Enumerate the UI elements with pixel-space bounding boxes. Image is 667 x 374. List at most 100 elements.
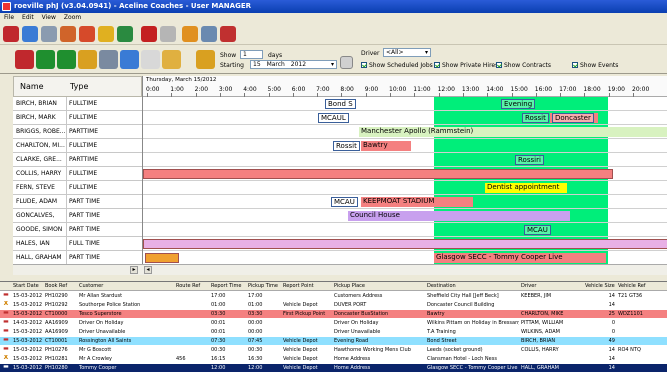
column-header[interactable]: Vehicle Ref — [618, 282, 666, 291]
booking-bar-rossiri[interactable]: Rossiri — [513, 155, 549, 165]
column-header[interactable]: Book Ref — [45, 282, 77, 291]
booking-label: Council House — [350, 211, 400, 219]
job-cell-start: 15-03-2012 — [13, 329, 43, 335]
appointment-bar-dentist[interactable]: Dentist appointment — [485, 183, 567, 193]
clipboard-icon[interactable] — [162, 50, 181, 69]
holiday-bar-hales[interactable] — [143, 239, 667, 249]
column-header[interactable]: Report Time — [211, 282, 246, 291]
unavailable-bar-collis[interactable] — [143, 169, 613, 179]
job-row[interactable]: ▬ 15-03-2012 AA16909 Driver Unavailable 00:0… — [0, 328, 667, 336]
column-header[interactable]: Customer — [79, 282, 174, 291]
people-icon[interactable] — [98, 26, 114, 42]
job-cell-start: 14-03-2012 — [13, 320, 43, 326]
column-header[interactable]: Vehicle Size — [585, 282, 616, 291]
event-bar-manchester[interactable]: Manchester Apollo (Rammstein) — [359, 127, 667, 137]
booking-bar-keepmoat[interactable]: KEEPMOAT STADIUM — [361, 197, 473, 207]
book-red-icon[interactable] — [3, 26, 19, 42]
scroll-right-icon[interactable]: ▸ — [130, 266, 138, 274]
library-icon[interactable] — [220, 26, 236, 42]
booking-bar-bawtry[interactable]: Bawtry — [361, 141, 411, 151]
driver-select[interactable]: <All> ▾ — [383, 48, 431, 57]
building-gray-icon[interactable] — [160, 26, 176, 42]
column-header[interactable]: Report Point — [283, 282, 332, 291]
driver-row[interactable]: BIRCH, BRIAN FULLTIME — [13, 97, 142, 111]
job-row[interactable]: ▬ 15-03-2012 PH10276 Mr G Boscott 00:30 00:30… — [0, 346, 667, 354]
booking-bar-rossit-2[interactable]: Rossit — [331, 141, 361, 151]
show-scheduled-jobs-checkbox[interactable]: Show Scheduled Jobs — [361, 62, 433, 69]
job-row[interactable]: ▬ 15-03-2012 CT10001 Rossington All Saints 0… — [0, 337, 667, 345]
driver-row[interactable]: CHARLTON, MI... FULLTIME — [13, 139, 142, 153]
edit-pencil-icon[interactable] — [22, 26, 38, 42]
booking-bar-evening[interactable]: Evening — [499, 99, 535, 109]
name-column-header[interactable]: Name — [20, 82, 44, 91]
job-row[interactable]: ▬ 14-03-2012 AA16909 Driver On Holiday 00:01… — [0, 319, 667, 327]
calendar-icon[interactable] — [196, 50, 215, 69]
booking-bar-mcau[interactable]: MCAU — [329, 197, 361, 207]
driver-row[interactable]: GONCALVES, PART TIME — [13, 209, 142, 223]
status-bar-icon: ▬ — [3, 364, 9, 370]
driver-row[interactable]: FERN, STEVE FULLTIME — [13, 181, 142, 195]
booking-bar-glasgow[interactable]: Glasgow SECC - Tommy Cooper Live — [434, 253, 606, 263]
column-header[interactable]: Driver — [521, 282, 583, 291]
refresh-icon[interactable] — [120, 50, 139, 69]
horizontal-scrollbar[interactable]: ▸ ◂ — [13, 264, 667, 275]
column-header[interactable]: Destination — [427, 282, 519, 291]
document-icon[interactable] — [141, 50, 160, 69]
driver-row[interactable]: COLLIS, HARRY FULLTIME — [13, 167, 142, 181]
booking-bar-early[interactable] — [145, 253, 179, 263]
column-header[interactable]: Pickup Place — [334, 282, 425, 291]
arrow-right-icon[interactable] — [57, 50, 76, 69]
starting-date-picker[interactable]: 15 March 2012 ▾ — [250, 60, 337, 69]
driver-row[interactable]: CLARKE, GRE... PARTTIME — [13, 153, 142, 167]
menu-view[interactable]: View — [38, 13, 60, 23]
job-row[interactable]: ▬ 15-03-2012 CT10000 Tesco Superstore 03:30 0… — [0, 310, 667, 318]
hour-label: 6:00 — [291, 86, 306, 93]
driver-row[interactable]: FLUDE, ADAM PART TIME — [13, 195, 142, 209]
driver-row[interactable]: GOODE, SIMON PART TIME — [13, 223, 142, 237]
job-cell-driver: PITTAM, WILLIAM — [521, 320, 564, 326]
tools-icon[interactable] — [41, 26, 57, 42]
chart-icon[interactable] — [182, 26, 198, 42]
show-events-checkbox[interactable]: Show Events — [572, 62, 618, 69]
settings-icon[interactable] — [201, 26, 217, 42]
driver-row[interactable]: HALES, IAN FULL TIME — [13, 237, 142, 251]
driver-name: GONCALVES, — [16, 212, 55, 219]
menu-file[interactable]: File — [0, 13, 18, 23]
show-days-input[interactable]: 1 — [240, 50, 263, 59]
driver-row[interactable]: HALL, GRAHAM PART TIME — [13, 251, 142, 264]
show-contracts-checkbox[interactable]: Show Contracts — [496, 62, 551, 69]
job-row[interactable]: X 15-03-2012 PH10292 Southorpe Police Stati… — [0, 301, 667, 309]
column-header[interactable]: Route Ref — [176, 282, 209, 291]
column-header[interactable]: Pickup Time — [248, 282, 281, 291]
hour-label: 3:00 — [218, 86, 233, 93]
job-cell-driver: WILKINS, ADAM — [521, 329, 560, 335]
coach-icon[interactable] — [79, 26, 95, 42]
booking-bar-mcaul[interactable]: MCAUL — [316, 113, 364, 123]
job-cell-start: 15-03-2012 — [13, 347, 43, 353]
job-cell-place: Home Address — [334, 356, 371, 362]
type-column-header[interactable]: Type — [70, 82, 88, 91]
job-row[interactable]: ▬ 15-03-2012 PH10280 Tommy Cooper 12:00 12:00… — [0, 364, 667, 372]
calendar-picker-icon[interactable] — [340, 56, 353, 69]
show-private-hires-checkbox[interactable]: Show Private Hires — [434, 62, 498, 69]
driver-row[interactable]: BRIGGS, ROBE... PARTTIME — [13, 125, 142, 139]
signpost-icon[interactable] — [117, 26, 133, 42]
menu-zoom[interactable]: Zoom — [60, 13, 85, 23]
bus-red-icon[interactable] — [141, 26, 157, 42]
booking-bar-rossit[interactable]: Rossit — [520, 113, 550, 123]
menu-edit[interactable]: Edit — [18, 13, 38, 23]
wrench-icon[interactable] — [99, 50, 118, 69]
column-header[interactable]: Start Date — [13, 282, 43, 291]
booking-bar-bond-s[interactable]: Bond S — [323, 99, 357, 109]
job-row[interactable]: ▬ 15-03-2012 PH10290 Mr Allan Stardust 17:00… — [0, 292, 667, 300]
building-icon[interactable] — [60, 26, 76, 42]
booking-bar-doncaster[interactable]: Doncaster — [550, 113, 598, 123]
booking-bar-council-house[interactable]: Council House — [348, 211, 570, 221]
scroll-left-icon[interactable]: ◂ — [144, 266, 152, 274]
driver-row[interactable]: BIRCH, MARK FULLTIME — [13, 111, 142, 125]
job-row[interactable]: X 15-03-2012 PH10281 Mr A Crowley 456 16:15 16… — [0, 355, 667, 363]
arrow-left-icon[interactable] — [36, 50, 55, 69]
star-icon[interactable] — [78, 50, 97, 69]
booking-bar-mcau-2[interactable]: MCAU — [522, 225, 552, 235]
book-icon[interactable] — [15, 50, 34, 69]
